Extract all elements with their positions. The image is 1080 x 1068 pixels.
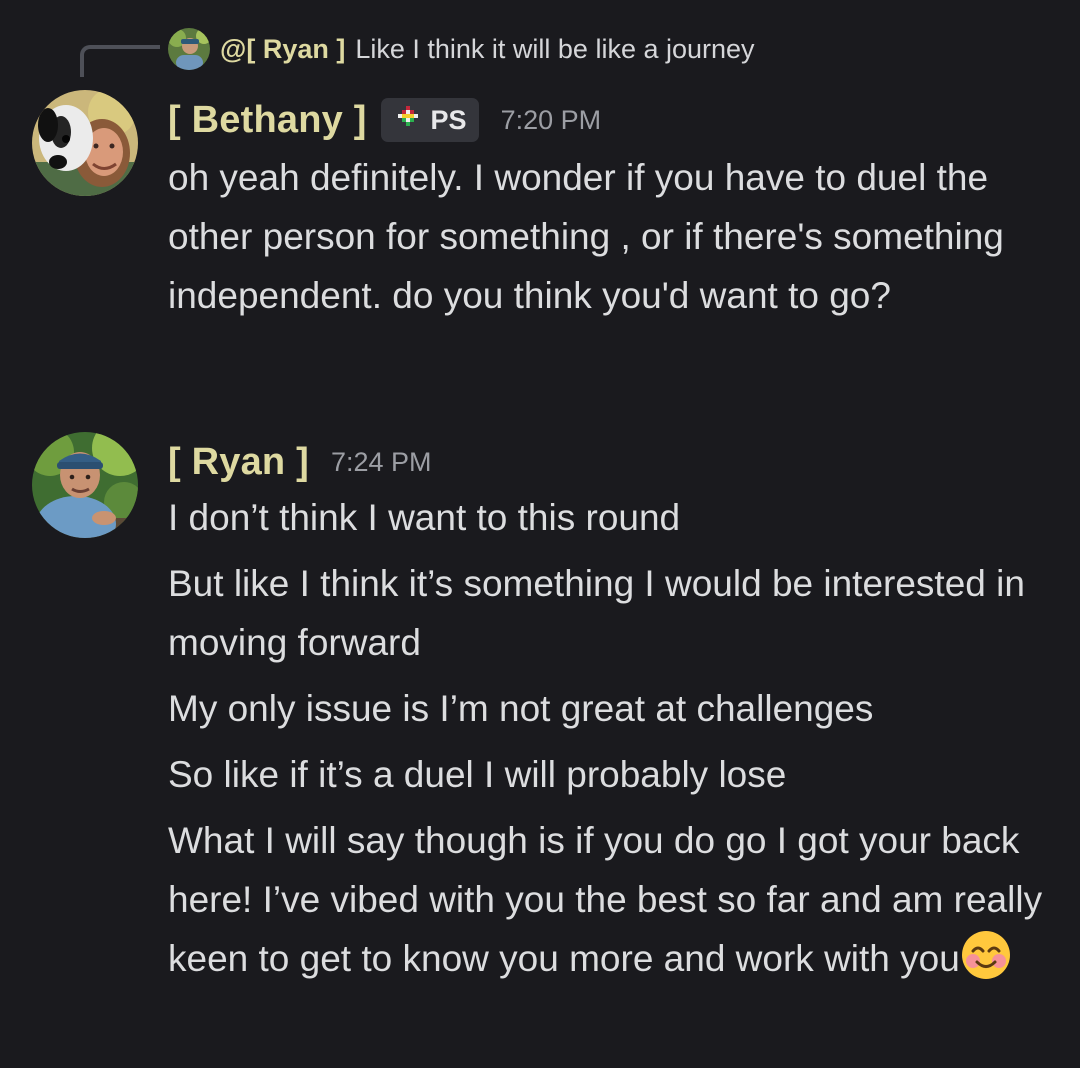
ryan-avatar[interactable]: [32, 432, 138, 538]
ryan-username[interactable]: [ Ryan ]: [168, 441, 309, 484]
message-line: My only issue is I’m not great at challe…: [168, 688, 874, 729]
ryan-message-body: I don’t think I want to this round But l…: [168, 488, 1053, 995]
message-ryan: [ Ryan ] 7:24 PM I don’t think I want to…: [0, 0, 1080, 1068]
smiling-face-with-blushing-cheeks-icon: [960, 929, 1012, 981]
message-line-with-emoji: What I will say though is if you do go I…: [168, 811, 1053, 988]
message-line: But like I think it’s something I would …: [168, 563, 1025, 663]
ryan-message-header: [ Ryan ] 7:24 PM: [168, 438, 432, 486]
message-line-text: What I will say though is if you do go I…: [168, 820, 1043, 979]
message-line: So like if it’s a duel I will probably l…: [168, 754, 787, 795]
ryan-timestamp[interactable]: 7:24 PM: [331, 447, 432, 478]
message-line: I don’t think I want to this round: [168, 497, 681, 538]
